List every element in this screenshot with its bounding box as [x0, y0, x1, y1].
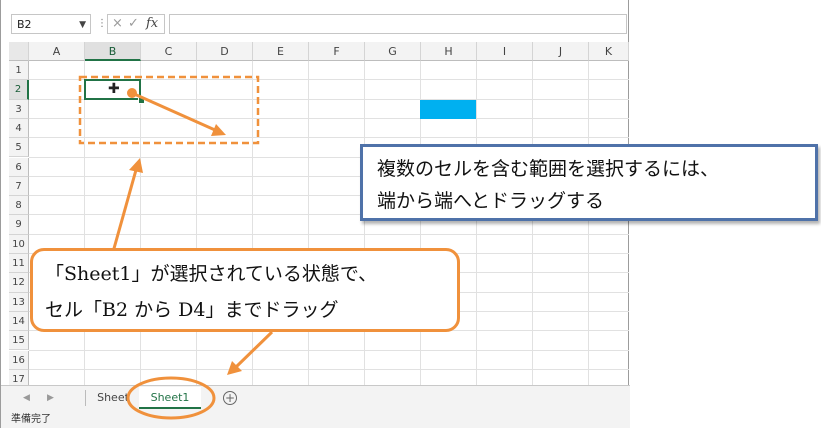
callout-pointer-up — [111, 169, 138, 253]
callout-text: セル「B2 から D4」までドラッグ — [45, 299, 339, 321]
instruction-callout-blue: 複数のセルを含む範囲を選択するには、 端から端へとドラッグする — [360, 144, 818, 221]
callout-text: 「Sheet1」が選択されている状態で、 — [45, 263, 378, 285]
drag-arrow-line — [131, 91, 216, 132]
instruction-callout-orange: 「Sheet1」が選択されている状態で、 セル「B2 から D4」までドラッグ — [30, 248, 460, 332]
sheet1-tab-highlight — [126, 376, 216, 420]
callout-text: 端から端へとドラッグする — [377, 190, 605, 212]
drag-start-dot — [127, 88, 137, 98]
callout-pointer-up-head — [129, 158, 143, 173]
callout-text: 複数のセルを含む範囲を選択するには、 — [377, 158, 720, 180]
callout-pointer-down — [234, 330, 274, 369]
